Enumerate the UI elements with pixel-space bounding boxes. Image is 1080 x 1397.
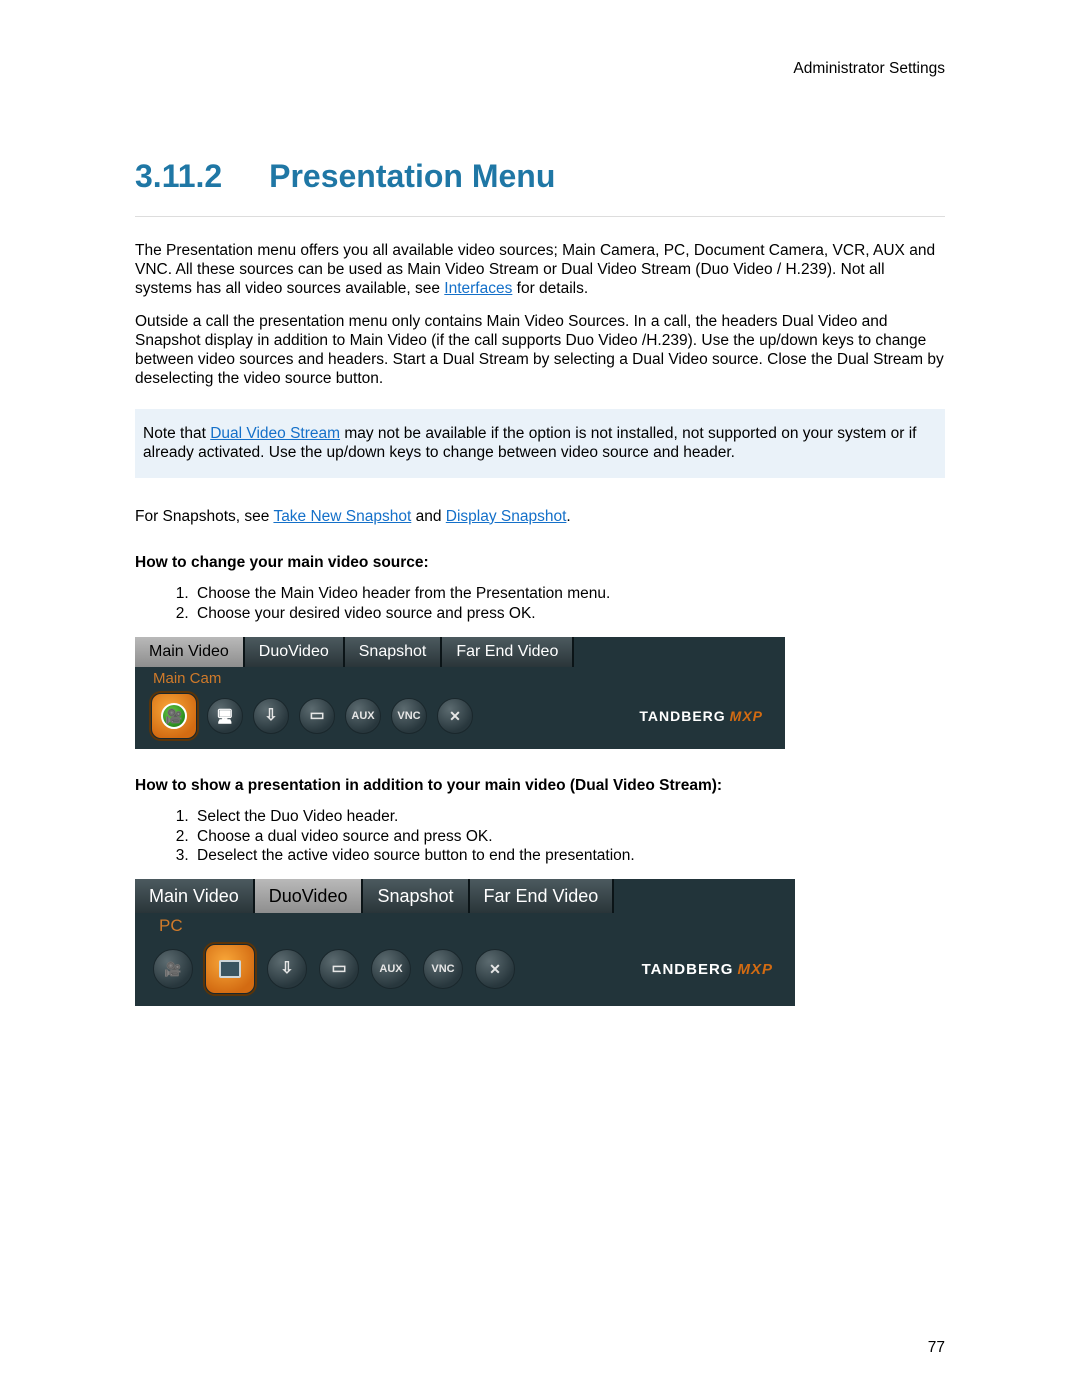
tab-bar: Main Video DuoVideo Snapshot Far End Vid… xyxy=(135,637,785,667)
vcr-icon xyxy=(331,961,346,977)
tab-duovideo[interactable]: DuoVideo xyxy=(255,879,364,913)
howto-1-title: How to change your main video source: xyxy=(135,554,945,572)
divider xyxy=(135,216,945,217)
close-icon xyxy=(449,709,461,723)
note-box: Note that Dual Video Stream may not be a… xyxy=(135,409,945,478)
source-vnc[interactable]: VNC xyxy=(391,698,427,734)
camera-icon xyxy=(161,703,187,729)
source-aux[interactable]: AUX xyxy=(371,949,411,989)
tab-snapshot[interactable]: Snapshot xyxy=(363,879,469,913)
source-vcr[interactable] xyxy=(299,698,335,734)
source-close[interactable] xyxy=(437,698,473,734)
doc-camera-icon xyxy=(264,708,277,724)
source-main-camera[interactable] xyxy=(153,949,193,989)
source-main-camera[interactable] xyxy=(151,693,197,739)
link-dual-video-stream[interactable]: Dual Video Stream xyxy=(210,425,340,442)
section-number: 3.11.2 xyxy=(135,158,222,194)
close-icon xyxy=(489,962,501,976)
section-heading: Presentation Menu xyxy=(269,158,555,194)
pc-icon xyxy=(216,709,234,723)
brand-logo: TANDBERG MXP xyxy=(642,961,785,978)
link-interfaces[interactable]: Interfaces xyxy=(444,280,512,297)
howto-2-title: How to show a presentation in addition t… xyxy=(135,777,945,795)
link-display-snapshot[interactable]: Display Snapshot xyxy=(446,508,567,525)
vcr-icon xyxy=(309,708,324,724)
paragraph-snapshots: For Snapshots, see Take New Snapshot and… xyxy=(135,508,945,527)
ui-presentation-menu-mainvideo: Main Video DuoVideo Snapshot Far End Vid… xyxy=(135,637,785,749)
tab-duovideo[interactable]: DuoVideo xyxy=(245,637,345,667)
tab-bar: Main Video DuoVideo Snapshot Far End Vid… xyxy=(135,879,795,913)
source-pc[interactable] xyxy=(205,944,255,994)
tab-main-video[interactable]: Main Video xyxy=(135,879,255,913)
list-item: Deselect the active video source button … xyxy=(193,846,945,865)
source-doc-camera[interactable] xyxy=(253,698,289,734)
camera-icon xyxy=(164,962,181,976)
page-title: 3.11.2 Presentation Menu xyxy=(135,158,945,195)
tab-snapshot[interactable]: Snapshot xyxy=(345,637,443,667)
selected-source-label: PC xyxy=(135,913,795,938)
source-doc-camera[interactable] xyxy=(267,949,307,989)
source-vnc[interactable]: VNC xyxy=(423,949,463,989)
selected-source-label: Main Cam xyxy=(135,667,785,689)
howto-2-steps: Select the Duo Video header. Choose a du… xyxy=(135,807,945,865)
source-row: AUX VNC TANDBERG MXP xyxy=(135,938,795,1006)
page-number: 77 xyxy=(928,1339,945,1357)
brand-logo: TANDBERG MXP xyxy=(639,708,775,724)
tab-far-end-video[interactable]: Far End Video xyxy=(442,637,574,667)
list-item: Choose the Main Video header from the Pr… xyxy=(193,584,945,603)
doc-camera-icon xyxy=(280,961,293,977)
list-item: Choose your desired video source and pre… xyxy=(193,604,945,623)
list-item: Select the Duo Video header. xyxy=(193,807,945,826)
tab-main-video[interactable]: Main Video xyxy=(135,637,245,667)
paragraph-1: The Presentation menu offers you all ava… xyxy=(135,242,945,299)
source-pc[interactable] xyxy=(207,698,243,734)
list-item: Choose a dual video source and press OK. xyxy=(193,827,945,846)
header-section: Administrator Settings xyxy=(135,60,945,78)
howto-1-steps: Choose the Main Video header from the Pr… xyxy=(135,584,945,623)
source-row: AUX VNC TANDBERG MXP xyxy=(135,689,785,749)
ui-presentation-menu-duovideo: Main Video DuoVideo Snapshot Far End Vid… xyxy=(135,879,795,1006)
source-vcr[interactable] xyxy=(319,949,359,989)
pc-icon xyxy=(219,960,241,978)
source-aux[interactable]: AUX xyxy=(345,698,381,734)
link-take-new-snapshot[interactable]: Take New Snapshot xyxy=(273,508,411,525)
source-close[interactable] xyxy=(475,949,515,989)
tab-far-end-video[interactable]: Far End Video xyxy=(470,879,615,913)
paragraph-2: Outside a call the presentation menu onl… xyxy=(135,313,945,389)
